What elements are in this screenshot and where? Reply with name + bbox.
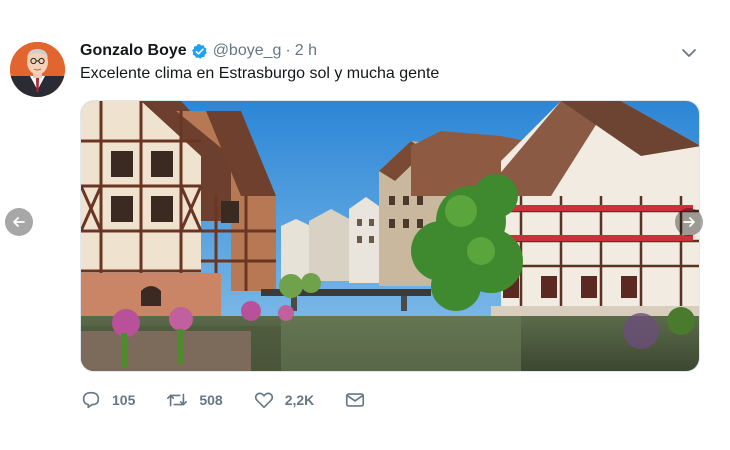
- avatar-illustration: [10, 42, 65, 97]
- strasbourg-canal-photo: [81, 101, 699, 371]
- next-button[interactable]: [675, 208, 703, 236]
- tweet: Gonzalo Boye @boye_g · 2 h Excelente cli…: [0, 0, 730, 450]
- retweet-button[interactable]: 508: [165, 389, 223, 411]
- tweet-text: Excelente clima en Estrasburgo sol y muc…: [80, 65, 440, 82]
- reply-count: 105: [112, 392, 136, 408]
- arrow-left-icon: [13, 217, 25, 227]
- retweet-icon: [167, 393, 188, 407]
- reply-button[interactable]: 105: [80, 389, 135, 411]
- previous-button[interactable]: [5, 208, 33, 236]
- timestamp[interactable]: 2 h: [295, 42, 317, 60]
- like-button[interactable]: 2,2K: [253, 389, 315, 411]
- direct-message-button[interactable]: [344, 389, 366, 411]
- tweet-actions: 105 508 2,2K: [80, 388, 396, 412]
- author-name[interactable]: Gonzalo Boye: [80, 42, 187, 60]
- chevron-down-icon[interactable]: [680, 44, 698, 62]
- like-count: 2,2K: [284, 392, 315, 408]
- heart-icon: [254, 392, 273, 409]
- separator-dot: ·: [285, 42, 291, 59]
- tweet-header: Gonzalo Boye @boye_g · 2 h: [80, 40, 317, 62]
- tweet-photo[interactable]: [80, 100, 700, 372]
- avatar[interactable]: [10, 42, 65, 97]
- envelope-icon: [346, 393, 365, 407]
- verified-badge-icon: [191, 43, 208, 60]
- arrow-right-icon: [683, 217, 695, 227]
- author-handle[interactable]: @boye_g: [213, 42, 282, 60]
- retweet-count: 508: [199, 392, 223, 408]
- reply-icon: [82, 391, 100, 409]
